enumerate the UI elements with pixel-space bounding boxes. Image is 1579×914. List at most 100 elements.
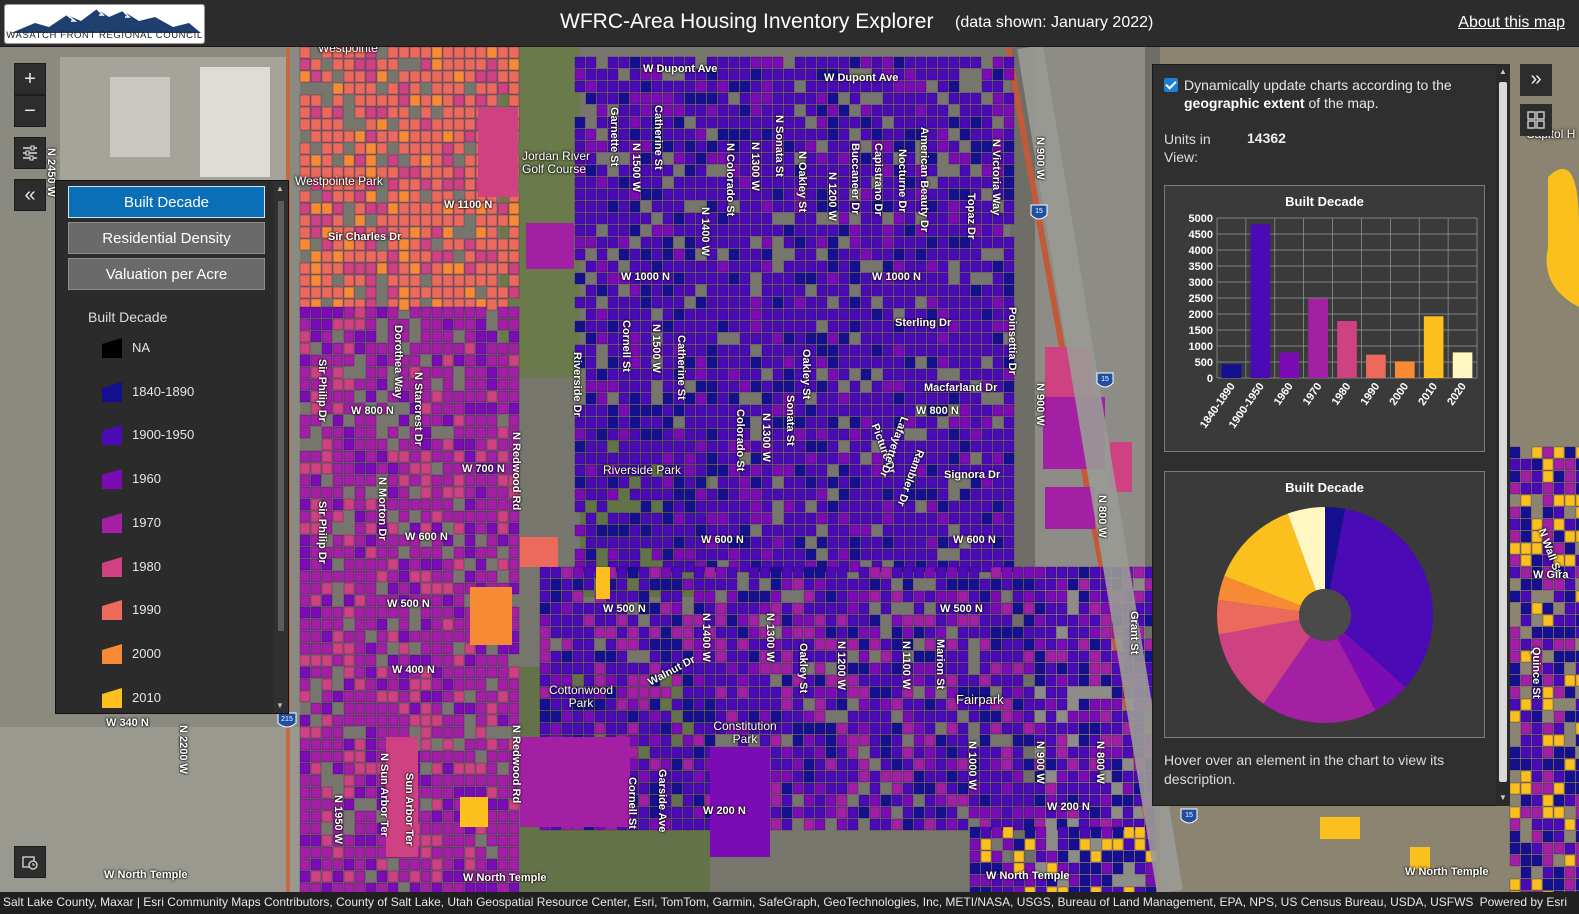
- street-label: N 1100 W: [900, 641, 912, 690]
- expand-panel-button[interactable]: »: [1520, 64, 1552, 96]
- bar-2000[interactable]: [1394, 361, 1415, 378]
- wfrc-logo[interactable]: WASATCH FRONT REGIONAL COUNCIL: [4, 4, 205, 44]
- legend-scroll-thumb[interactable]: [278, 201, 284, 631]
- sliders-icon: [23, 145, 37, 161]
- street-label: N 1300 W: [764, 613, 776, 662]
- dynamic-update-checkbox[interactable]: [1164, 78, 1178, 92]
- legend-swatch: [100, 555, 124, 579]
- built-decade-button[interactable]: Built Decade: [68, 186, 265, 218]
- street-label: N 1400 W: [700, 613, 712, 662]
- attribution-text: Salt Lake County, Maxar | Esri Community…: [3, 895, 1474, 909]
- collapse-legend-button[interactable]: «: [14, 179, 46, 211]
- x-tick-label: 1960: [1272, 381, 1296, 408]
- street-label: N Redwood Rd: [510, 725, 522, 804]
- street-label: N 1300 W: [749, 142, 761, 191]
- street-label: Cornell St: [626, 777, 638, 829]
- street-label: W 600 N: [701, 534, 744, 546]
- legend-label: NA: [132, 340, 151, 355]
- interstate-15-shield-2: 15: [1096, 372, 1114, 388]
- scroll-down-icon[interactable]: ▼: [276, 701, 284, 710]
- app-subtitle: (data shown: January 2022): [955, 14, 1154, 31]
- street-label: N 1500 W: [650, 324, 662, 373]
- powered-by-esri[interactable]: Powered by Esri: [1480, 892, 1567, 912]
- chart-panel-scrollbar[interactable]: ▲ ▼: [1496, 64, 1510, 806]
- legend-label: 1840-1890: [132, 383, 195, 399]
- street-label: Macfarland Dr: [924, 382, 998, 394]
- units-in-view-value: 14362: [1247, 130, 1286, 146]
- bar-2010[interactable]: [1423, 316, 1444, 378]
- bar-1900-1950[interactable]: [1250, 224, 1271, 378]
- street-label: Sir Charles Dr: [328, 231, 402, 243]
- bar-1990[interactable]: [1366, 354, 1386, 378]
- y-tick-label: 500: [1195, 357, 1213, 369]
- filter-settings-button[interactable]: [14, 137, 46, 169]
- street-label: W 600 N: [953, 534, 996, 546]
- app-header: WASATCH FRONT REGIONAL COUNCIL WFRC-Area…: [0, 0, 1579, 47]
- scroll-up-icon[interactable]: ▲: [276, 184, 284, 193]
- legend-panel: Built Decade Residential Density Valuati…: [55, 180, 289, 714]
- place-label: Westpointe: [318, 47, 378, 55]
- street-label: N Victoria Way: [990, 139, 1002, 216]
- y-tick-label: 1500: [1189, 325, 1213, 337]
- chart-panel-scroll-thumb[interactable]: [1499, 82, 1507, 782]
- street-label: W 1000 N: [872, 271, 921, 283]
- street-label: N Colorado St: [724, 143, 736, 217]
- pie-chart-box: Built Decade: [1164, 471, 1485, 738]
- residential-density-button[interactable]: Residential Density: [68, 222, 265, 254]
- legend-swatch: [100, 467, 124, 491]
- legend-label: 1980: [132, 558, 161, 574]
- bar-1970[interactable]: [1308, 298, 1328, 378]
- street-label: N 900 W: [1034, 383, 1046, 426]
- dynamic-text-1: Dynamically update charts according to t…: [1184, 77, 1452, 93]
- bar-chart-box: Built Decade 0 500 1000 1500 2000 2500 3000 350…: [1164, 185, 1485, 452]
- street-label: W 500 N: [387, 598, 430, 610]
- street-label: N 1950 W: [332, 795, 344, 844]
- street-label: N 1200 W: [835, 641, 847, 690]
- x-tick-label: 2000: [1387, 381, 1411, 408]
- about-link[interactable]: About this map: [1458, 14, 1565, 32]
- street-label: W North Temple: [986, 870, 1070, 882]
- legend-label: 2000: [132, 645, 161, 661]
- y-tick-label: 2500: [1189, 293, 1213, 305]
- street-label: Sterling Dr: [895, 317, 952, 329]
- street-label: N 800 W: [1094, 741, 1106, 784]
- scroll-up-icon[interactable]: ▲: [1499, 67, 1507, 76]
- chart-panel: Dynamically update charts according to t…: [1152, 64, 1510, 806]
- chart-hover-hint: Hover over an element in the chart to vi…: [1164, 752, 1445, 787]
- pie-chart[interactable]: [1165, 472, 1484, 737]
- time-slider-button[interactable]: [14, 846, 46, 878]
- bar-2020[interactable]: [1452, 352, 1473, 378]
- zoom-out-button[interactable]: −: [14, 95, 46, 127]
- y-tick-label: 5000: [1189, 213, 1213, 225]
- shield-label-15: 15: [1035, 208, 1043, 215]
- street-label: Cornell St: [620, 320, 632, 372]
- x-tick-label: 2010: [1416, 381, 1440, 408]
- legend-label: 1990: [132, 602, 161, 618]
- zoom-in-button[interactable]: +: [14, 63, 46, 95]
- street-label: W North Temple: [1405, 866, 1489, 878]
- interstate-15-shield-3: 15: [1180, 808, 1198, 824]
- bar-1840-1890[interactable]: [1221, 364, 1242, 378]
- scroll-down-icon[interactable]: ▼: [1499, 793, 1507, 802]
- valuation-per-acre-button[interactable]: Valuation per Acre: [68, 258, 265, 290]
- y-tick-label: 0: [1207, 373, 1213, 385]
- x-tick-label: 2020: [1445, 381, 1469, 408]
- street-label: Sun Arbor Ter: [403, 773, 415, 846]
- legend-label: 1900-1950: [132, 427, 195, 443]
- app-root: WASATCH FRONT REGIONAL COUNCIL WFRC-Area…: [0, 0, 1579, 914]
- street-label: Catherine St: [675, 335, 687, 400]
- bar-chart[interactable]: 0 500 1000 1500 2000 2500 3000 3500 4000 4500 5000…: [1165, 186, 1484, 451]
- legend-scrollbar[interactable]: ▲ ▼: [274, 181, 288, 713]
- bar-1960[interactable]: [1279, 352, 1300, 378]
- street-label: Sir Philip Dr: [316, 501, 328, 564]
- street-label: W 400 N: [392, 664, 435, 676]
- y-tick-label: 4500: [1189, 229, 1213, 241]
- street-label: N 900 W: [1034, 137, 1046, 180]
- legend-swatch: [100, 642, 124, 666]
- dynamic-update-label: Dynamically update charts according to t…: [1184, 76, 1484, 112]
- street-label: W 500 N: [940, 603, 983, 615]
- street-label: Garnette St: [608, 107, 620, 167]
- bar-1980[interactable]: [1337, 321, 1357, 378]
- basemap-gallery-button[interactable]: [1520, 104, 1552, 136]
- street-label: W North Temple: [463, 872, 547, 884]
